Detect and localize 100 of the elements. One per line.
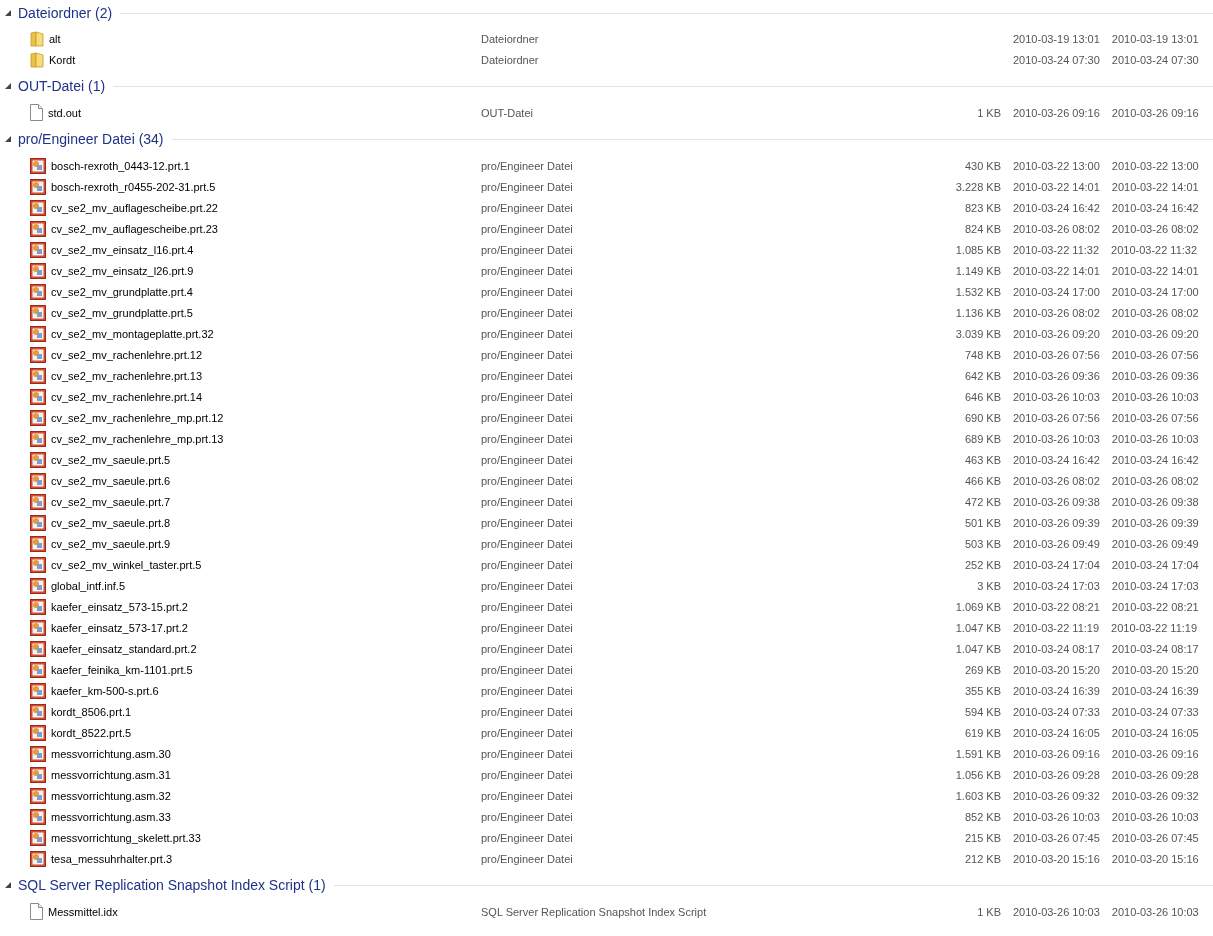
collapse-arrow-icon[interactable] <box>5 9 12 17</box>
modified-date: 2010-03-26 07:45 <box>1013 830 1100 845</box>
file-name[interactable]: cv_se2_mv_auflagescheibe.prt.22 <box>51 201 218 214</box>
model-file-icon <box>30 598 46 615</box>
file-name[interactable]: cv_se2_mv_rachenlehre.prt.13 <box>51 369 203 382</box>
file-name[interactable]: cv_se2_mv_winkel_taster.prt.5 <box>51 558 202 571</box>
file-name[interactable]: cv_se2_mv_montageplatte.prt.32 <box>51 327 214 340</box>
file-name[interactable]: cv_se2_mv_saeule.prt.6 <box>51 474 171 487</box>
file-name[interactable]: cv_se2_mv_saeule.prt.9 <box>51 537 171 550</box>
file-name[interactable]: messvorrichtung.asm.31 <box>51 768 171 781</box>
file-name[interactable]: cv_se2_mv_grundplatte.prt.4 <box>51 285 193 298</box>
file-name[interactable]: messvorrichtung.asm.30 <box>51 747 171 760</box>
model-file-icon <box>30 472 46 489</box>
model-file-icon <box>30 409 46 426</box>
created-date: 2010-03-26 09:39 <box>1111 515 1199 530</box>
collapse-arrow-icon[interactable] <box>5 82 12 90</box>
created-date: 2010-03-26 10:03 <box>1111 389 1199 404</box>
file-name[interactable]: cv_se2_mv_rachenlehre_mp.prt.12 <box>51 411 224 424</box>
file-type: pro/Engineer Datei <box>481 852 574 865</box>
file-size: 430 KB <box>964 159 1001 172</box>
file-name[interactable]: alt <box>49 32 61 45</box>
file-name[interactable]: Kordt <box>49 53 76 66</box>
model-file-icon <box>30 304 46 321</box>
file-name[interactable]: messvorrichtung_skelett.prt.33 <box>51 831 201 844</box>
created-date: 2010-03-26 09:38 <box>1111 494 1199 509</box>
file-name[interactable]: cv_se2_mv_einsatz_l16.prt.4 <box>51 243 194 256</box>
created-date: 2010-03-26 08:02 <box>1111 473 1199 488</box>
file-size: 1.591 KB <box>955 747 1001 760</box>
created-date: 2010-03-24 16:42 <box>1111 452 1199 467</box>
model-file-icon <box>30 346 46 363</box>
file-name[interactable]: bosch-rexroth_0443-12.prt.1 <box>51 159 190 172</box>
file-size: 1.149 KB <box>955 264 1001 277</box>
file-type: pro/Engineer Datei <box>481 747 574 760</box>
file-name[interactable]: cv_se2_mv_einsatz_l26.prt.9 <box>51 264 194 277</box>
collapse-arrow-icon[interactable] <box>5 881 12 889</box>
file-name[interactable]: cv_se2_mv_saeule.prt.8 <box>51 516 171 529</box>
file-name[interactable]: kaefer_einsatz_573-15.prt.2 <box>51 600 188 613</box>
file-name[interactable]: cv_se2_mv_saeule.prt.7 <box>51 495 171 508</box>
created-date: 2010-03-26 07:45 <box>1111 830 1199 845</box>
file-type: pro/Engineer Datei <box>481 474 574 487</box>
modified-date: 2010-03-26 10:03 <box>1013 809 1100 824</box>
file-type: pro/Engineer Datei <box>481 264 574 277</box>
file-size: 690 KB <box>964 411 1001 424</box>
file-name[interactable]: kordt_8522.prt.5 <box>51 726 132 739</box>
file-type: pro/Engineer Datei <box>481 390 574 403</box>
file-name[interactable]: bosch-rexroth_r0455-202-31.prt.5 <box>51 180 216 193</box>
file-type: pro/Engineer Datei <box>481 159 574 172</box>
file-type: pro/Engineer Datei <box>481 684 574 697</box>
file-size: 3.228 KB <box>955 180 1001 193</box>
file-type: pro/Engineer Datei <box>481 516 574 529</box>
model-file-icon <box>30 262 46 279</box>
model-file-icon <box>30 745 46 762</box>
file-size: 3.039 KB <box>955 327 1001 340</box>
model-file-icon <box>30 850 46 867</box>
file-type: pro/Engineer Datei <box>481 201 574 214</box>
created-date: 2010-03-24 17:00 <box>1111 284 1199 299</box>
file-name[interactable]: cv_se2_mv_rachenlehre.prt.14 <box>51 390 203 403</box>
file-name[interactable]: std.out <box>48 106 82 119</box>
modified-date: 2010-03-26 09:32 <box>1013 788 1100 803</box>
file-name[interactable]: cv_se2_mv_grundplatte.prt.5 <box>51 306 193 319</box>
file-name[interactable]: messvorrichtung.asm.32 <box>51 789 171 802</box>
file-name[interactable]: tesa_messuhrhalter.prt.3 <box>51 852 173 865</box>
model-file-icon <box>30 325 46 342</box>
created-date: 2010-03-26 09:49 <box>1111 536 1199 551</box>
created-date: 2010-03-26 09:16 <box>1111 746 1199 761</box>
file-name[interactable]: kaefer_km-500-s.prt.6 <box>51 684 159 697</box>
file-name[interactable]: kaefer_einsatz_standard.prt.2 <box>51 642 197 655</box>
group-header[interactable]: SQL Server Replication Snapshot Index Script (1) <box>18 877 326 893</box>
file-size: 646 KB <box>964 390 1001 403</box>
model-file-icon <box>30 367 46 384</box>
file-type: OUT-Datei <box>481 106 534 119</box>
file-type: pro/Engineer Datei <box>481 663 574 676</box>
modified-date: 2010-03-26 08:02 <box>1013 305 1100 320</box>
file-name[interactable]: cv_se2_mv_rachenlehre.prt.12 <box>51 348 203 361</box>
group-header[interactable]: Dateiordner (2) <box>18 5 113 21</box>
modified-date: 2010-03-22 14:01 <box>1013 263 1100 278</box>
file-size: 466 KB <box>964 474 1001 487</box>
file-name[interactable]: global_intf.inf.5 <box>51 579 125 592</box>
file-size: 501 KB <box>964 516 1001 529</box>
model-file-icon <box>30 220 46 237</box>
file-name[interactable]: Messmittel.idx <box>48 905 118 918</box>
modified-date: 2010-03-26 09:20 <box>1013 326 1100 341</box>
created-date: 2010-03-26 09:20 <box>1111 326 1199 341</box>
created-date: 2010-03-24 07:30 <box>1111 52 1199 67</box>
file-name[interactable]: cv_se2_mv_saeule.prt.5 <box>51 453 171 466</box>
file-name[interactable]: kaefer_einsatz_573-17.prt.2 <box>51 621 188 634</box>
modified-date: 2010-03-22 08:21 <box>1013 599 1100 614</box>
file-name[interactable]: messvorrichtung.asm.33 <box>51 810 171 823</box>
file-name[interactable]: kordt_8506.prt.1 <box>51 705 132 718</box>
file-type: pro/Engineer Datei <box>481 411 574 424</box>
file-name[interactable]: cv_se2_mv_auflagescheibe.prt.23 <box>51 222 218 235</box>
file-name[interactable]: cv_se2_mv_rachenlehre_mp.prt.13 <box>51 432 224 445</box>
file-type: pro/Engineer Datei <box>481 243 574 256</box>
group-header[interactable]: pro/Engineer Datei (34) <box>18 131 164 147</box>
group-header[interactable]: OUT-Datei (1) <box>18 78 106 94</box>
collapse-arrow-icon[interactable] <box>5 135 12 143</box>
file-name[interactable]: kaefer_feinika_km-1101.prt.5 <box>51 663 193 676</box>
created-date: 2010-03-26 10:03 <box>1111 809 1199 824</box>
model-file-icon <box>30 577 46 594</box>
model-file-icon <box>30 808 46 825</box>
